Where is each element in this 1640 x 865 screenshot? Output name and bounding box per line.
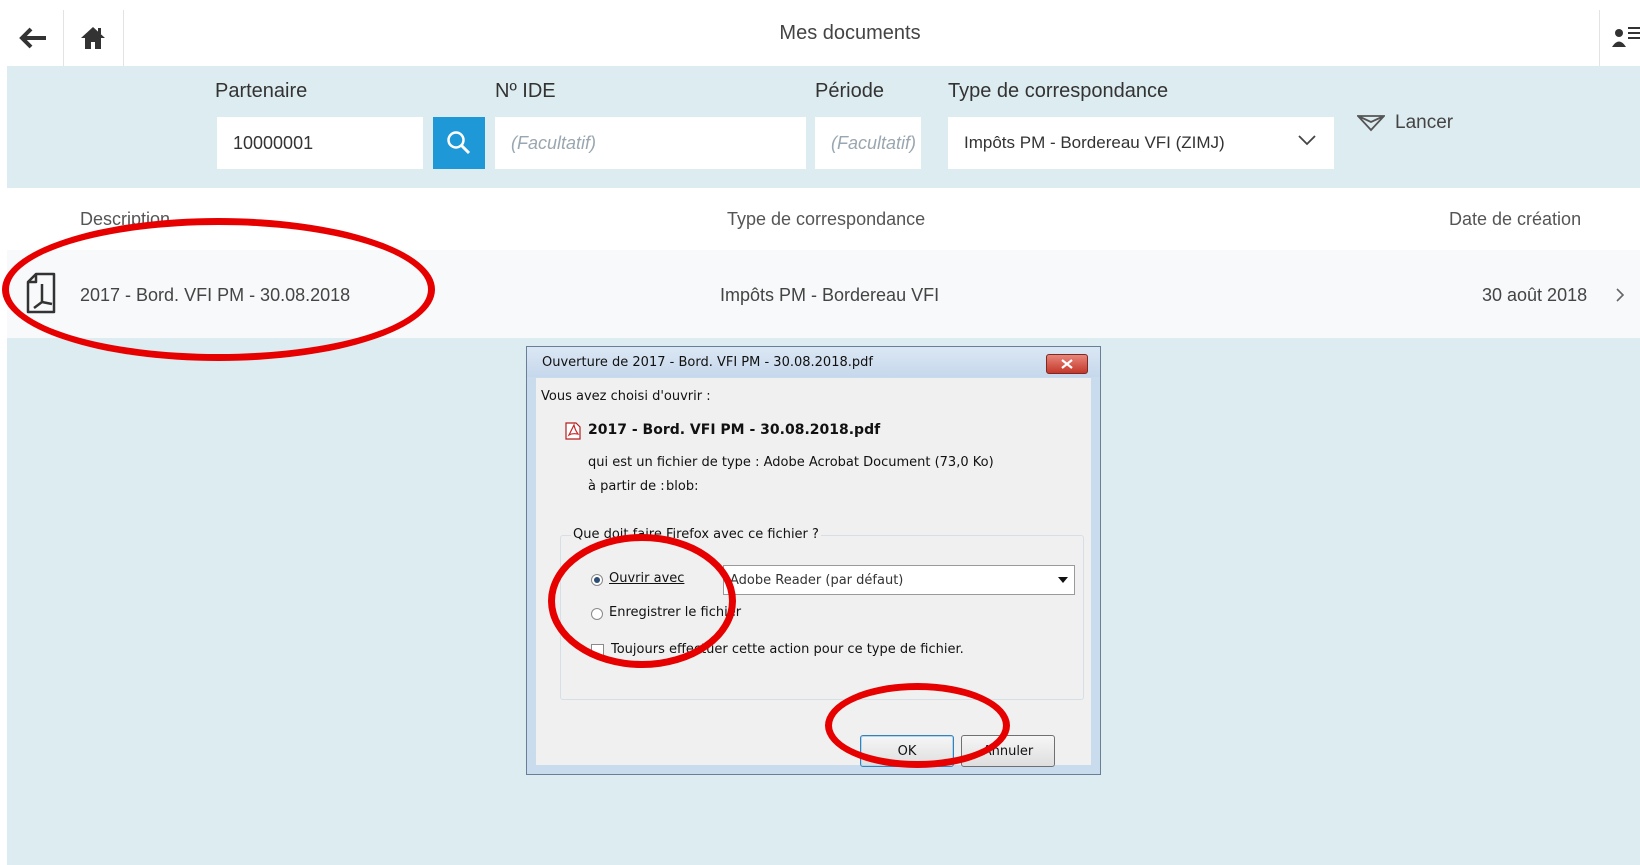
row-type: Impôts PM - Bordereau VFI [720, 285, 940, 305]
dialog-titlebar[interactable]: Ouverture de 2017 - Bord. VFI PM - 30.08… [527, 347, 1100, 377]
periode-input[interactable]: (Facultatif) [815, 117, 921, 169]
type-select[interactable]: Impôts PM - Bordereau VFI (ZIMJ) [948, 117, 1334, 169]
open-with-select[interactable]: Adobe Reader (par défaut) [723, 565, 1075, 595]
col-date: Date de création [1449, 209, 1582, 229]
partenaire-search-button[interactable] [433, 117, 485, 169]
launch-label: Lancer [1395, 112, 1454, 133]
user-menu-icon [1612, 27, 1640, 47]
dialog-intro: Vous avez choisi d'ouvrir : [541, 389, 711, 404]
partenaire-input[interactable]: 10000001 [217, 117, 423, 169]
partenaire-label: Partenaire [215, 80, 308, 102]
type-label: Type de correspondance [948, 80, 1169, 102]
ide-label: Nº IDE [495, 80, 556, 102]
row-date: 30 août 2018 [1482, 285, 1588, 305]
dropdown-arrow-icon [1058, 577, 1068, 583]
dialog-from-label: à partir de : [588, 479, 665, 494]
annotation-ellipse-ok [825, 683, 1010, 768]
periode-label: Période [815, 80, 884, 102]
chevron-right-icon[interactable] [1615, 287, 1625, 303]
filter-panel: Partenaire Nº IDE Période Type de corres… [7, 66, 1640, 188]
paper-plane-icon [1357, 115, 1385, 132]
chevron-down-icon [1298, 135, 1316, 146]
dialog-title: Ouverture de 2017 - Bord. VFI PM - 30.08… [542, 355, 873, 370]
close-icon [1061, 359, 1073, 369]
user-menu-button[interactable] [1599, 10, 1640, 66]
dialog-close-button[interactable] [1046, 354, 1088, 374]
ide-input[interactable]: (Facultatif) [495, 117, 806, 169]
search-icon [447, 131, 471, 155]
type-select-value: Impôts PM - Bordereau VFI (ZIMJ) [964, 133, 1225, 152]
annotation-ellipse-row [2, 218, 435, 361]
pdf-file-icon [565, 422, 581, 440]
annotation-ellipse-radio [548, 534, 736, 668]
dialog-from-value: blob: [666, 479, 699, 494]
dialog-type-line: qui est un fichier de type : Adobe Acrob… [588, 455, 994, 470]
page-title: Mes documents [779, 22, 921, 44]
top-bar: Mes documents [0, 0, 1640, 66]
col-type: Type de correspondance [727, 209, 926, 229]
dialog-filename: 2017 - Bord. VFI PM - 30.08.2018.pdf [588, 422, 881, 438]
open-with-app: Adobe Reader (par défaut) [730, 572, 904, 588]
launch-button[interactable]: Lancer [1357, 112, 1453, 134]
